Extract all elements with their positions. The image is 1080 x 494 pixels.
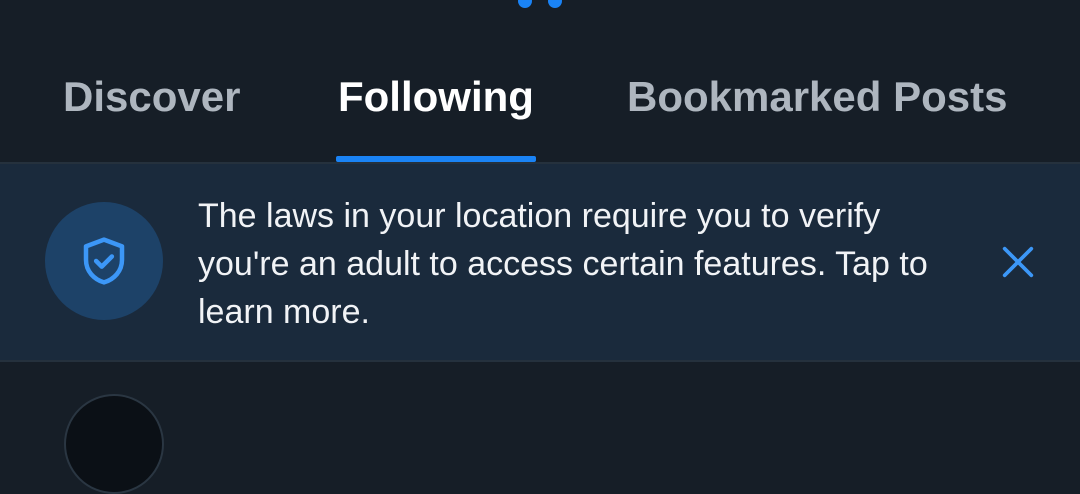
shield-badge bbox=[45, 202, 163, 320]
loading-dot bbox=[518, 0, 532, 8]
age-verification-notice[interactable]: The laws in your location require you to… bbox=[0, 164, 1080, 360]
close-button[interactable] bbox=[994, 238, 1042, 286]
top-loading-indicator bbox=[0, 0, 1080, 14]
avatar[interactable] bbox=[64, 394, 164, 494]
feed-post-preview[interactable] bbox=[0, 362, 1080, 494]
notice-message: The laws in your location require you to… bbox=[198, 197, 928, 331]
tab-bookmarked-posts[interactable]: Bookmarked Posts bbox=[627, 72, 1007, 122]
tab-discover[interactable]: Discover bbox=[63, 72, 240, 122]
feed-tabs: Discover Following Bookmarked Posts bbox=[0, 40, 1080, 162]
tab-following[interactable]: Following bbox=[338, 72, 534, 122]
loading-dot bbox=[548, 0, 562, 8]
close-icon bbox=[1002, 246, 1034, 278]
shield-check-icon bbox=[83, 237, 125, 285]
